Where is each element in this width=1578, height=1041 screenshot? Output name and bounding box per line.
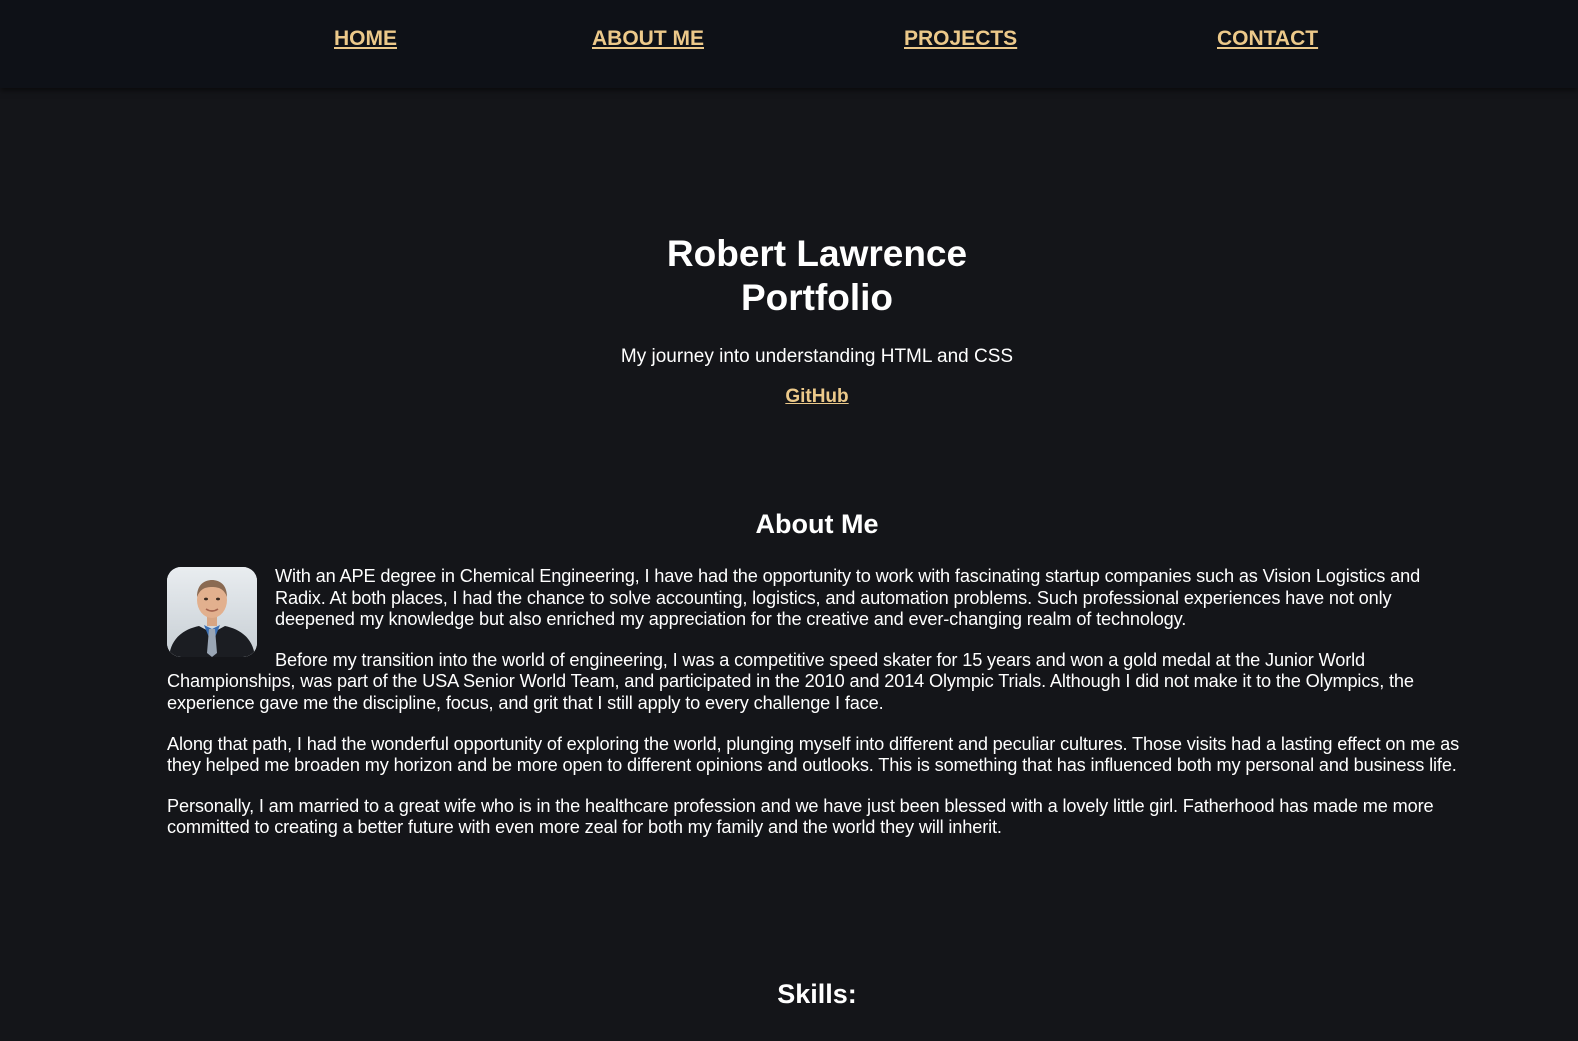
avatar (167, 567, 257, 657)
page-title-line-2: Portfolio (740, 277, 894, 318)
nav-link-home[interactable]: HOME (334, 27, 397, 51)
profile-photo (167, 567, 257, 657)
tagline: My journey into understanding HTML and C… (620, 346, 1014, 367)
about-paragraph-1: With an APE degree in Chemical Engineeri… (275, 566, 1421, 630)
github-link-wrapper: GitHub (0, 386, 1578, 408)
skills-heading: Skills: (777, 979, 857, 1009)
page-title-line-1: Robert Lawrence (666, 233, 968, 274)
nav-link-projects[interactable]: PROJECTS (904, 27, 1017, 51)
about-paragraph-2: Before my transition into the world of e… (167, 649, 1414, 713)
about-me-section: With an APE degree in Chemical Engineeri… (167, 566, 1469, 858)
top-navigation-bar: HOME ABOUT ME PROJECTS CONTACT (0, 0, 1578, 88)
about-paragraph-3: Along that path, I had the wonderful opp… (167, 733, 1460, 776)
about-paragraph-4: Personally, I am married to a great wife… (167, 795, 1434, 838)
about-me-heading: About Me (755, 509, 879, 539)
github-link[interactable]: GitHub (785, 386, 848, 407)
nav-link-about-me[interactable]: ABOUT ME (592, 27, 704, 51)
page-title: Robert Lawrence Portfolio (0, 232, 1578, 320)
nav-link-contact[interactable]: CONTACT (1217, 27, 1318, 51)
